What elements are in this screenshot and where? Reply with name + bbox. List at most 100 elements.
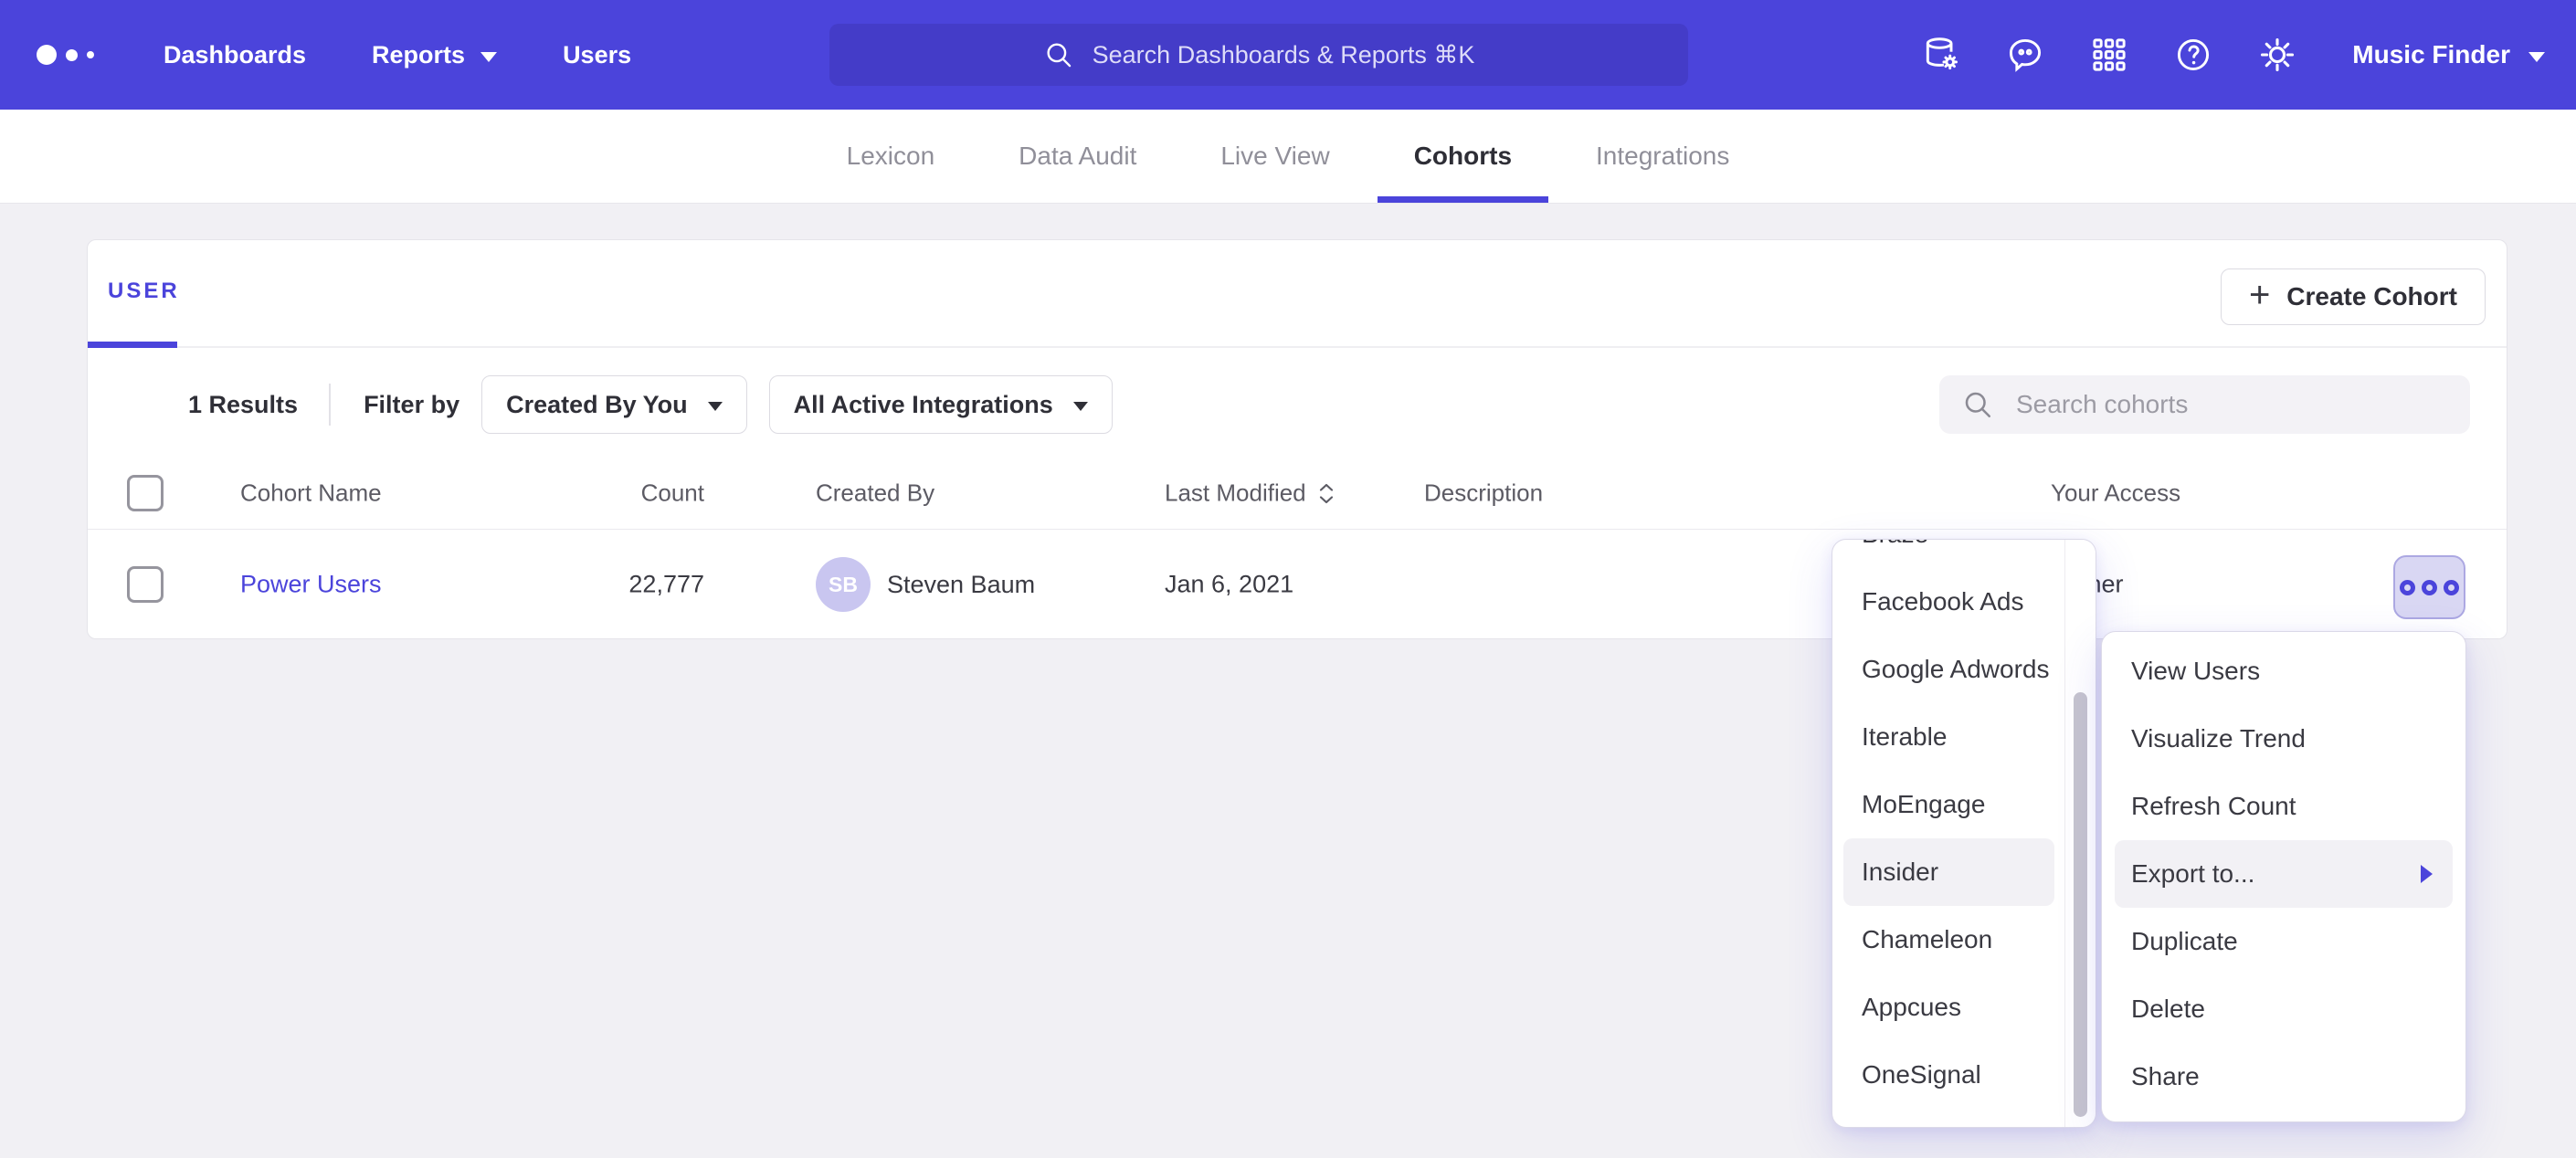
apps-grid-icon[interactable] bbox=[2089, 35, 2129, 75]
menu-item-share-label: Share bbox=[2131, 1062, 2200, 1091]
integrations-filter-dropdown[interactable]: All Active Integrations bbox=[769, 375, 1113, 434]
tab-live-view-label: Live View bbox=[1220, 142, 1329, 171]
navbar-right-icons: Music Finder bbox=[1921, 35, 2545, 75]
avatar: SB bbox=[816, 557, 871, 612]
cohort-search-input[interactable] bbox=[2014, 389, 2448, 420]
primary-nav: Dashboards Reports Users bbox=[164, 41, 631, 69]
menu-item-visualize-trend[interactable]: Visualize Trend bbox=[2115, 705, 2453, 773]
tab-integrations-label: Integrations bbox=[1596, 142, 1729, 171]
nav-users[interactable]: Users bbox=[563, 41, 631, 69]
header-count[interactable]: Count bbox=[522, 479, 704, 508]
tab-lexicon[interactable]: Lexicon bbox=[847, 110, 935, 203]
created-by-name: Steven Baum bbox=[887, 571, 1035, 599]
create-cohort-label: Create Cohort bbox=[2286, 282, 2457, 311]
tab-cohorts[interactable]: Cohorts bbox=[1414, 110, 1512, 203]
submenu-item-moengage[interactable]: MoEngage bbox=[1843, 771, 2054, 838]
more-dots-icon bbox=[2400, 580, 2415, 595]
submenu-item-google-adwords-label: Google Adwords bbox=[1862, 655, 2049, 684]
table-header: Cohort Name Count Created By Last Modifi… bbox=[88, 458, 2507, 530]
created-by-filter-dropdown[interactable]: Created By You bbox=[481, 375, 747, 434]
chevron-down-icon bbox=[2528, 52, 2545, 62]
nav-dashboards-label: Dashboards bbox=[164, 41, 306, 69]
last-modified-date: Jan 6, 2021 bbox=[1165, 571, 1293, 599]
row-context-menu: View Users Visualize Trend Refresh Count… bbox=[2101, 631, 2466, 1122]
menu-item-refresh-count[interactable]: Refresh Count bbox=[2115, 773, 2453, 840]
submenu-item-moengage-label: MoEngage bbox=[1862, 790, 1985, 819]
cohort-type-tabs: USER + Create Cohort bbox=[88, 240, 2507, 348]
account-menu[interactable]: Music Finder bbox=[2352, 40, 2545, 69]
row-more-actions-button[interactable] bbox=[2393, 555, 2465, 619]
cohort-count: 22,777 bbox=[522, 571, 704, 599]
submenu-item-iterable-label: Iterable bbox=[1862, 722, 1947, 752]
settings-icon[interactable] bbox=[2257, 35, 2297, 75]
tab-data-audit[interactable]: Data Audit bbox=[1019, 110, 1136, 203]
header-created-by[interactable]: Created By bbox=[816, 479, 934, 508]
plus-icon: + bbox=[2249, 277, 2270, 313]
menu-item-share[interactable]: Share bbox=[2115, 1043, 2453, 1111]
submenu-item-appcues[interactable]: Appcues bbox=[1843, 974, 2054, 1041]
mixpanel-logo-dots-icon[interactable] bbox=[37, 45, 94, 65]
submenu-item-onesignal[interactable]: OneSignal bbox=[1843, 1041, 2054, 1109]
scrollbar-thumb[interactable] bbox=[2074, 692, 2087, 1117]
nav-reports-label: Reports bbox=[372, 41, 465, 69]
data-management-icon[interactable] bbox=[1921, 35, 1961, 75]
help-icon[interactable] bbox=[2173, 35, 2213, 75]
menu-item-delete[interactable]: Delete bbox=[2115, 975, 2453, 1043]
submenu-arrow-icon bbox=[2421, 865, 2433, 883]
submenu-item-chameleon[interactable]: Chameleon bbox=[1843, 906, 2054, 974]
table-row: Power Users 22,777 SB Steven Baum Jan 6,… bbox=[88, 529, 2507, 640]
nav-reports[interactable]: Reports bbox=[372, 41, 497, 69]
tab-live-view[interactable]: Live View bbox=[1220, 110, 1329, 203]
menu-item-duplicate[interactable]: Duplicate bbox=[2115, 908, 2453, 975]
menu-item-export-to-label: Export to... bbox=[2131, 859, 2254, 889]
submenu-item-facebook-ads[interactable]: Facebook Ads bbox=[1843, 568, 2054, 636]
create-cohort-button[interactable]: + Create Cohort bbox=[2221, 268, 2486, 325]
header-last-modified[interactable]: Last Modified bbox=[1165, 479, 1336, 508]
menu-item-export-to[interactable]: Export to... bbox=[2115, 840, 2453, 908]
cohorts-panel: USER + Create Cohort 1 Results Filter by… bbox=[87, 239, 2507, 639]
divider bbox=[329, 384, 331, 426]
submenu-item-braze-label: Braze bbox=[1862, 539, 1928, 549]
header-cohort-name[interactable]: Cohort Name bbox=[240, 479, 382, 508]
cohort-name-link[interactable]: Power Users bbox=[240, 571, 382, 599]
tab-cohorts-label: Cohorts bbox=[1414, 142, 1512, 171]
submenu-item-braze[interactable]: Braze bbox=[1843, 539, 2054, 568]
submenu-item-google-adwords[interactable]: Google Adwords bbox=[1843, 636, 2054, 703]
tab-lexicon-label: Lexicon bbox=[847, 142, 935, 171]
menu-item-view-users[interactable]: View Users bbox=[2115, 637, 2453, 705]
chevron-down-icon bbox=[1073, 402, 1088, 411]
menu-item-visualize-trend-label: Visualize Trend bbox=[2131, 724, 2306, 753]
tab-integrations[interactable]: Integrations bbox=[1596, 110, 1729, 203]
tab-data-audit-label: Data Audit bbox=[1019, 142, 1136, 171]
export-submenu: Braze Facebook Ads Google Adwords Iterab… bbox=[1832, 539, 2096, 1128]
global-search-bar[interactable]: Search Dashboards & Reports ⌘K bbox=[829, 24, 1688, 86]
chevron-down-icon bbox=[708, 402, 723, 411]
header-your-access[interactable]: Your Access bbox=[2051, 479, 2180, 508]
submenu-item-insider[interactable]: Insider bbox=[1843, 838, 2054, 906]
menu-item-delete-label: Delete bbox=[2131, 995, 2205, 1024]
header-last-modified-label: Last Modified bbox=[1165, 479, 1306, 508]
submenu-item-chameleon-label: Chameleon bbox=[1862, 925, 1992, 954]
chevron-down-icon bbox=[480, 52, 497, 62]
feedback-icon[interactable] bbox=[2005, 35, 2045, 75]
search-icon bbox=[1961, 388, 1994, 421]
tab-user-cohorts[interactable]: USER bbox=[108, 279, 180, 304]
section-tabs: Lexicon Data Audit Live View Cohorts Int… bbox=[0, 110, 2576, 204]
header-description[interactable]: Description bbox=[1424, 479, 1543, 508]
menu-item-refresh-count-label: Refresh Count bbox=[2131, 792, 2296, 821]
row-checkbox[interactable] bbox=[127, 566, 164, 603]
menu-item-duplicate-label: Duplicate bbox=[2131, 927, 2238, 956]
submenu-item-facebook-ads-label: Facebook Ads bbox=[1862, 587, 2023, 616]
top-navbar: Dashboards Reports Users Search Dashboar… bbox=[0, 0, 2576, 110]
submenu-item-iterable[interactable]: Iterable bbox=[1843, 703, 2054, 771]
account-name: Music Finder bbox=[2352, 40, 2510, 69]
active-tab-underline bbox=[88, 342, 177, 348]
submenu-item-onesignal-label: OneSignal bbox=[1862, 1060, 1981, 1090]
search-icon bbox=[1043, 39, 1074, 70]
nav-dashboards[interactable]: Dashboards bbox=[164, 41, 306, 69]
cohort-search-box bbox=[1939, 375, 2470, 434]
global-search-placeholder: Search Dashboards & Reports ⌘K bbox=[1093, 41, 1475, 69]
select-all-checkbox[interactable] bbox=[127, 475, 164, 511]
sort-icon[interactable] bbox=[1317, 479, 1336, 507]
created-by-filter-label: Created By You bbox=[506, 391, 688, 419]
